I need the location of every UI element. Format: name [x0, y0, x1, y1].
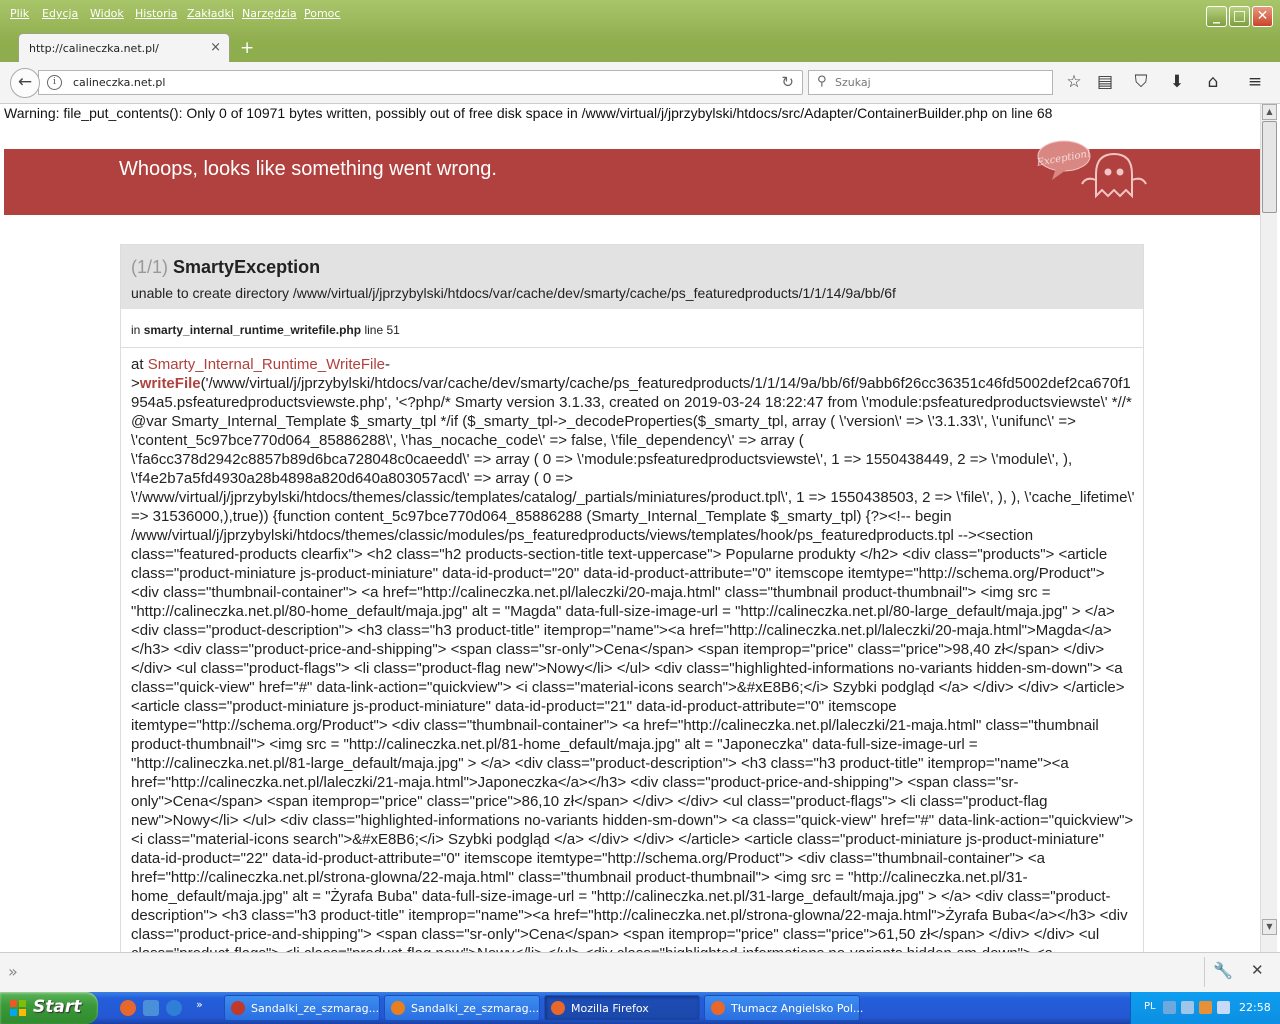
tab-title: http://calineczka.net.pl/	[29, 42, 159, 55]
minimize-button[interactable]: _	[1206, 6, 1227, 27]
search-input[interactable]: ⚲ Szukaj	[808, 70, 1053, 95]
menu-zakladki[interactable]: Zakładki	[187, 7, 234, 20]
back-arrow-icon: ←	[17, 72, 33, 92]
scroll-down-arrow-icon[interactable]: ▼	[1262, 919, 1277, 935]
exception-header: (1/1) SmartyException unable to create d…	[121, 245, 1143, 309]
maximize-button[interactable]: □	[1229, 6, 1250, 27]
taskbar-item[interactable]: Sandalki_ze_szmarag...	[384, 995, 540, 1021]
windows-logo-icon	[10, 1000, 26, 1016]
exception-in-prefix: in	[131, 323, 141, 337]
trace-args: ('/www/virtual/j/jprzybylski/htdocs/var/…	[131, 375, 1135, 952]
navigation-toolbar: i calineczka.net.pl ↻ ← ⚲ Szukaj ☆ ▤ ⛉ ⬇…	[0, 62, 1280, 104]
menu-widok[interactable]: Widok	[90, 7, 124, 20]
bookmark-star-icon[interactable]: ☆	[1062, 72, 1086, 92]
menu-edycja[interactable]: Edycja	[42, 7, 78, 20]
vertical-scrollbar[interactable]: ▲ ▼	[1260, 104, 1277, 952]
exception-name: SmartyException	[173, 257, 321, 277]
system-tray: PL 22:58	[1130, 992, 1280, 1024]
divider	[121, 347, 1143, 348]
tray-app-icon[interactable]	[1163, 1001, 1176, 1014]
home-icon[interactable]: ⌂	[1201, 72, 1225, 92]
task-label: Sandalki_ze_szmarag...	[411, 1002, 540, 1015]
trace-at: at	[131, 356, 144, 373]
network-icon[interactable]	[1181, 1001, 1194, 1014]
taskbar-item[interactable]: Tłumacz Angielsko Pol...	[704, 995, 864, 1021]
url-bar[interactable]: i calineczka.net.pl ↻	[38, 70, 803, 95]
taskbar-item-active[interactable]: Mozilla Firefox	[544, 995, 700, 1021]
app-quicklaunch-icon[interactable]	[143, 1000, 159, 1016]
search-icon: ⚲	[817, 74, 827, 89]
exception-title: (1/1) SmartyException	[131, 257, 320, 278]
tab-active[interactable]: http://calineczka.net.pl/ ×	[18, 33, 230, 62]
hamburger-menu-icon[interactable]: ≡	[1243, 72, 1267, 92]
task-app-icon	[231, 1001, 245, 1015]
exception-count: (1/1)	[131, 257, 169, 277]
bookmarks-library-icon[interactable]: ▤	[1093, 72, 1117, 92]
menu-narzedzia[interactable]: Narzędzia	[242, 7, 297, 20]
close-window-button[interactable]: ✕	[1252, 6, 1273, 27]
task-app-icon	[391, 1001, 405, 1015]
exception-line: line 51	[364, 323, 400, 337]
task-label: Tłumacz Angielsko Pol...	[731, 1002, 864, 1015]
menu-bar: Plik Edycja Widok Historia Zakładki Narz…	[0, 0, 1280, 28]
menu-historia[interactable]: Historia	[135, 7, 177, 20]
firefox-icon	[711, 1001, 725, 1015]
language-indicator[interactable]: PL	[1144, 1001, 1156, 1012]
quicklaunch-more-icon[interactable]: »	[196, 998, 203, 1011]
downloads-icon[interactable]: ⬇	[1165, 72, 1189, 92]
exception-file: smarty_internal_runtime_writefile.php	[143, 323, 362, 337]
tab-close-icon[interactable]: ×	[210, 40, 221, 55]
banner-title: Whoops, looks like something went wrong.	[119, 158, 497, 180]
start-button[interactable]: Start	[0, 992, 98, 1024]
pocket-icon[interactable]: ⛉	[1129, 72, 1153, 92]
clock: 22:58	[1239, 1001, 1271, 1014]
exception-location: in smarty_internal_runtime_writefile.php…	[131, 323, 400, 337]
taskbar-item[interactable]: Sandalki_ze_szmarag...	[224, 995, 380, 1021]
firefox-quicklaunch-icon[interactable]	[120, 1000, 136, 1016]
page-content: Warning: file_put_contents(): Only 0 of …	[0, 104, 1260, 952]
divider	[1204, 957, 1205, 987]
start-label: Start	[33, 997, 82, 1017]
new-tab-icon[interactable]: +	[240, 38, 254, 58]
search-placeholder: Szukaj	[835, 76, 871, 89]
url-text[interactable]: calineczka.net.pl	[73, 76, 165, 89]
close-icon[interactable]: ✕	[1251, 961, 1264, 979]
scroll-up-arrow-icon[interactable]: ▲	[1262, 104, 1277, 120]
windows-taskbar: Start » Sandalki_ze_szmarag... Sandalki_…	[0, 992, 1280, 1024]
ie-quicklaunch-icon[interactable]	[166, 1000, 182, 1016]
exception-panel: (1/1) SmartyException unable to create d…	[120, 244, 1144, 952]
menu-plik[interactable]: Plik	[10, 7, 29, 20]
reload-icon[interactable]: ↻	[781, 73, 794, 91]
task-label: Sandalki_ze_szmarag...	[251, 1002, 380, 1015]
chevron-right-icon[interactable]: »	[8, 962, 18, 981]
bottom-toolbar: » 🔧 ✕	[0, 952, 1280, 992]
menu-pomoc[interactable]: Pomoc	[304, 7, 340, 20]
trace-class: Smarty_Internal_Runtime_WriteFile	[147, 356, 385, 373]
php-warning: Warning: file_put_contents(): Only 0 of …	[4, 105, 1053, 121]
tray-app-icon[interactable]	[1199, 1001, 1212, 1014]
scroll-thumb[interactable]	[1262, 121, 1277, 213]
browser-chrome: Plik Edycja Widok Historia Zakładki Narz…	[0, 0, 1280, 104]
info-icon[interactable]: i	[47, 75, 62, 90]
wrench-icon[interactable]: 🔧	[1213, 961, 1233, 980]
firefox-icon	[551, 1001, 565, 1015]
volume-icon[interactable]	[1217, 1001, 1230, 1014]
task-label: Mozilla Firefox	[571, 1002, 649, 1015]
exception-message: unable to create directory /www/virtual/…	[131, 285, 896, 301]
exception-ghost-icon: Exception!	[1035, 140, 1147, 199]
error-banner: Whoops, looks like something went wrong.…	[4, 140, 1260, 215]
back-button[interactable]: ←	[10, 68, 40, 98]
trace-method: writeFile	[139, 375, 201, 392]
stack-trace: at Smarty_Internal_Runtime_WriteFile->wr…	[131, 355, 1136, 952]
